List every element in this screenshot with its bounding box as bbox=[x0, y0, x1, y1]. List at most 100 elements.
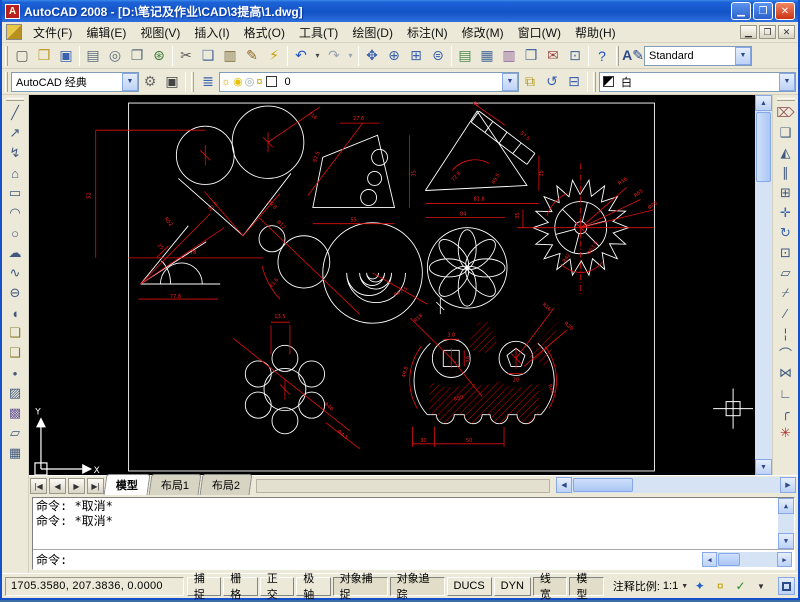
chevron-down-icon[interactable]: ▼ bbox=[502, 73, 518, 91]
table-icon[interactable]: ▦ bbox=[4, 443, 26, 463]
tab-布局1[interactable]: 布局1 bbox=[149, 474, 202, 495]
menu-帮助H[interactable]: 帮助(H) bbox=[568, 24, 623, 42]
my-workspace-icon[interactable]: ▣ bbox=[161, 71, 183, 93]
tool-palettes-icon[interactable]: ▥ bbox=[498, 45, 520, 67]
explode-icon[interactable]: ✳ bbox=[775, 423, 797, 443]
scroll-right-icon[interactable]: ▶ bbox=[780, 477, 796, 493]
make-object-layer-current-icon[interactable]: ⧉ bbox=[519, 71, 541, 93]
coordinate-readout[interactable]: 1705.3580, 207.3836, 0.0000 bbox=[5, 577, 184, 596]
text-style-icon[interactable]: A✎ bbox=[622, 45, 644, 67]
undo-flyout-icon[interactable]: ▾ bbox=[312, 45, 323, 67]
layer-on-bulb-icon[interactable]: ☼ bbox=[221, 76, 231, 88]
tab-nav-last-icon[interactable]: ▶| bbox=[87, 478, 104, 494]
quickcalc-icon[interactable]: ⊡ bbox=[564, 45, 586, 67]
chevron-down-icon[interactable]: ▼ bbox=[735, 47, 751, 65]
layer-previous-icon[interactable]: ↺ bbox=[541, 71, 563, 93]
color-combo[interactable]: 白 ▼ bbox=[599, 72, 796, 92]
scroll-right-icon[interactable]: ▶ bbox=[777, 552, 792, 567]
qnew-icon[interactable]: ▢ bbox=[11, 45, 33, 67]
publish-icon[interactable]: ❐ bbox=[126, 45, 148, 67]
arc-icon[interactable]: ◠ bbox=[4, 203, 26, 223]
command-horizontal-scrollbar[interactable]: ◀ ▶ bbox=[702, 552, 792, 567]
tab-nav-next-icon[interactable]: ▶ bbox=[68, 478, 85, 494]
menu-编辑E[interactable]: 编辑(E) bbox=[79, 24, 133, 42]
toggle-捕捉[interactable]: 捕捉 bbox=[187, 577, 221, 596]
canvas-horizontal-scrollbar[interactable]: ◀ ▶ bbox=[556, 477, 796, 493]
status-menu-arrow-icon[interactable]: ▼ bbox=[752, 577, 769, 595]
match-properties-icon[interactable]: ✎ bbox=[241, 45, 263, 67]
make-block-icon[interactable]: ❑ bbox=[4, 343, 26, 363]
toolbar-lock-check-icon[interactable]: ✓ bbox=[732, 577, 749, 595]
plot-icon[interactable]: ▤ bbox=[82, 45, 104, 67]
erase-icon[interactable]: ⌦ bbox=[775, 103, 797, 123]
tab-nav-first-icon[interactable]: |◀ bbox=[30, 478, 47, 494]
toggle-DYN[interactable]: DYN bbox=[494, 577, 531, 596]
chevron-down-icon[interactable]: ▼ bbox=[779, 73, 795, 91]
zoom-window-icon[interactable]: ⊞ bbox=[405, 45, 427, 67]
toolbar-grip[interactable] bbox=[5, 72, 8, 92]
rectangle-icon[interactable]: ▭ bbox=[4, 183, 26, 203]
toolbar-grip[interactable] bbox=[616, 46, 619, 66]
mdi-close-button[interactable]: ✕ bbox=[778, 25, 795, 39]
ellipse-arc-icon[interactable]: ◖ bbox=[4, 303, 26, 323]
layer-freeze-vp-icon[interactable]: ◎ bbox=[245, 75, 255, 88]
menu-绘图D[interactable]: 绘图(D) bbox=[345, 24, 400, 42]
mdi-restore-button[interactable]: ❐ bbox=[759, 25, 776, 39]
insert-block-icon[interactable]: ❏ bbox=[4, 323, 26, 343]
minimize-button[interactable]: ▁ bbox=[731, 2, 751, 20]
toolbar-grip[interactable] bbox=[593, 72, 596, 92]
help-icon[interactable]: ? bbox=[591, 45, 613, 67]
workspace-settings-icon[interactable]: ⚙ bbox=[139, 71, 161, 93]
mdi-minimize-button[interactable]: ▁ bbox=[740, 25, 757, 39]
sheetset-manager-icon[interactable]: ❒ bbox=[520, 45, 542, 67]
layer-properties-icon[interactable]: ≣ bbox=[197, 71, 219, 93]
toggle-极轴[interactable]: 极轴 bbox=[296, 577, 330, 596]
scroll-down-icon[interactable]: ▼ bbox=[778, 533, 794, 549]
layer-states-icon[interactable]: ⊟ bbox=[563, 71, 585, 93]
title-bar[interactable]: A AutoCAD 2008 - [D:\笔记及作业\CAD\3提高\1.dwg… bbox=[2, 0, 798, 22]
array-icon[interactable]: ⊞ bbox=[775, 183, 797, 203]
plot-preview-icon[interactable]: ◎ bbox=[104, 45, 126, 67]
annotation-scale[interactable]: 注释比例: 1:1 ▼ bbox=[613, 578, 688, 594]
spline-icon[interactable]: ∿ bbox=[4, 263, 26, 283]
chamfer-icon[interactable]: ∟ bbox=[775, 383, 797, 403]
restore-button[interactable]: ❐ bbox=[753, 2, 773, 20]
command-input[interactable]: 命令: bbox=[36, 551, 702, 568]
unlock-icon[interactable]: ¤ bbox=[712, 577, 729, 595]
scroll-left-icon[interactable]: ◀ bbox=[556, 477, 572, 493]
toolbar-grip[interactable] bbox=[777, 98, 795, 101]
scroll-up-icon[interactable]: ▲ bbox=[778, 498, 794, 514]
menu-视图V[interactable]: 视图(V) bbox=[133, 24, 187, 42]
menu-文件F[interactable]: 文件(F) bbox=[26, 24, 79, 42]
toolbar-grip[interactable] bbox=[191, 72, 194, 92]
construction-line-icon[interactable]: ↗ bbox=[4, 123, 26, 143]
polyline-icon[interactable]: ↯ bbox=[4, 143, 26, 163]
tab-布局2[interactable]: 布局2 bbox=[200, 474, 253, 495]
scroll-left-icon[interactable]: ◀ bbox=[702, 552, 717, 567]
scrollbar-thumb[interactable] bbox=[573, 478, 633, 492]
paste-icon[interactable]: ▥ bbox=[219, 45, 241, 67]
annotation-visibility-icon[interactable]: ✦ bbox=[691, 577, 708, 595]
etransmit-icon[interactable]: ⊛ bbox=[148, 45, 170, 67]
text-style-combo[interactable]: Standard ▼ bbox=[644, 46, 752, 66]
redo-flyout-icon[interactable]: ▾ bbox=[345, 45, 356, 67]
command-vertical-scrollbar[interactable]: ▲ ▼ bbox=[778, 498, 794, 549]
chevron-down-icon[interactable]: ▼ bbox=[122, 73, 138, 91]
break-icon[interactable]: ⌒ bbox=[775, 343, 797, 363]
menu-标注N[interactable]: 标注(N) bbox=[400, 24, 455, 42]
scroll-down-icon[interactable]: ▼ bbox=[755, 459, 772, 475]
line-icon[interactable]: ╱ bbox=[4, 103, 26, 123]
copy-object-icon[interactable]: ❑ bbox=[775, 123, 797, 143]
menu-修改M[interactable]: 修改(M) bbox=[455, 24, 511, 42]
properties-icon[interactable]: ▤ bbox=[454, 45, 476, 67]
toggle-栅格[interactable]: 栅格 bbox=[223, 577, 257, 596]
point-icon[interactable]: • bbox=[4, 363, 26, 383]
scrollbar-thumb[interactable] bbox=[718, 553, 740, 566]
gradient-icon[interactable]: ▩ bbox=[4, 403, 26, 423]
toggle-模型[interactable]: 模型 bbox=[569, 577, 603, 596]
trim-icon[interactable]: ⌿ bbox=[775, 283, 797, 303]
rotate-icon[interactable]: ↻ bbox=[775, 223, 797, 243]
toggle-对象捕捉[interactable]: 对象捕捉 bbox=[333, 577, 388, 596]
close-button[interactable]: ✕ bbox=[775, 2, 795, 20]
circle-icon[interactable]: ○ bbox=[4, 223, 26, 243]
